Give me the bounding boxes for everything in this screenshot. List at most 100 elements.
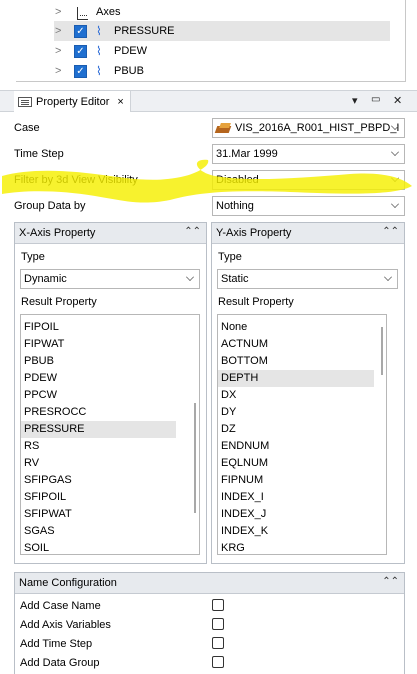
- scrollbar-thumb[interactable]: [381, 327, 383, 375]
- collapse-icon[interactable]: ⌃⌃: [382, 227, 399, 237]
- chevron-down-icon: [391, 174, 399, 182]
- list-item[interactable]: SFIPOIL: [21, 489, 176, 506]
- name-config-title: Name Configuration: [19, 577, 117, 589]
- chevron-right-icon[interactable]: >: [55, 45, 65, 57]
- add-time-step-label: Add Time Step: [20, 638, 93, 650]
- tree-item-axes[interactable]: > Axes: [0, 2, 395, 22]
- property-editor-icon: [18, 96, 32, 107]
- x-axis-panel: X-Axis Property ⌃⌃ Type Dynamic Result P…: [14, 222, 207, 564]
- x-result-label: Result Property: [21, 296, 97, 308]
- chevron-right-icon[interactable]: >: [55, 65, 65, 77]
- y-type-label: Type: [218, 251, 242, 263]
- add-data-group-label: Add Data Group: [20, 657, 100, 669]
- list-item[interactable]: SFIPWAT: [21, 506, 176, 523]
- tree-item-label: PRESSURE: [114, 25, 175, 37]
- tree-item-pressure[interactable]: [54, 21, 390, 41]
- y-result-label: Result Property: [218, 296, 294, 308]
- chevron-right-icon[interactable]: >: [55, 6, 65, 18]
- list-item[interactable]: ACTNUM: [218, 336, 374, 353]
- list-item[interactable]: DZ: [218, 421, 374, 438]
- list-item[interactable]: PBUB: [21, 353, 176, 370]
- list-item[interactable]: PRESROCC: [21, 404, 176, 421]
- add-axis-variables-checkbox[interactable]: [212, 618, 224, 630]
- list-item[interactable]: BOTTOM: [218, 353, 374, 370]
- add-time-step-checkbox[interactable]: [212, 637, 224, 649]
- time-step-select[interactable]: 31.Mar 1999: [212, 144, 405, 164]
- tree-bottom-border: [16, 81, 406, 82]
- list-item[interactable]: FIPOIL: [21, 319, 176, 336]
- x-result-list[interactable]: FIPOIL FIPWAT PBUB PDEW PPCW PRESROCC PRESSURE…: [20, 314, 200, 555]
- chevron-down-icon: [391, 200, 399, 208]
- tree-item-label[interactable]: PBUB: [114, 65, 144, 77]
- curve-icon: ⌇: [96, 24, 102, 38]
- close-icon[interactable]: ✕: [393, 94, 402, 107]
- collapse-icon[interactable]: ⌃⌃: [184, 227, 201, 237]
- list-item[interactable]: RS: [21, 438, 176, 455]
- tree-right-border: [405, 0, 406, 82]
- list-item[interactable]: PRESSURE: [21, 421, 176, 438]
- tab-property-editor[interactable]: Property Editor ×: [14, 91, 131, 112]
- y-type-select[interactable]: Static: [217, 269, 398, 289]
- tree-item-label: Axes: [96, 6, 121, 18]
- chevron-right-icon[interactable]: >: [55, 25, 65, 37]
- checkbox-checked-icon[interactable]: ✓: [74, 25, 87, 38]
- filter-label: Filter by 3d View Visibility: [14, 174, 138, 186]
- list-item[interactable]: SFIPGAS: [21, 472, 176, 489]
- list-item[interactable]: DX: [218, 387, 374, 404]
- filter-value: Disabled: [216, 174, 259, 186]
- add-data-group-checkbox[interactable]: [212, 656, 224, 668]
- chevron-down-icon: [384, 273, 392, 281]
- list-item[interactable]: INDEX_K: [218, 523, 374, 540]
- checkbox-checked-icon[interactable]: ✓: [74, 65, 87, 78]
- chevron-down-icon: [391, 148, 399, 156]
- case-value: VIS_2016A_R001_HIST_PBPD_I: [235, 122, 400, 134]
- y-axis-header[interactable]: Y-Axis Property ⌃⌃: [212, 223, 404, 244]
- x-type-value: Dynamic: [24, 273, 67, 285]
- group-value: Nothing: [216, 200, 254, 212]
- group-label: Group Data by: [14, 200, 86, 212]
- case-icon: [216, 123, 232, 133]
- list-item[interactable]: INDEX_J: [218, 506, 374, 523]
- time-step-label: Time Step: [14, 148, 64, 160]
- list-item[interactable]: DEPTH: [218, 370, 374, 387]
- add-axis-variables-label: Add Axis Variables: [20, 619, 111, 631]
- list-item[interactable]: SGAS: [21, 523, 176, 540]
- chevron-down-icon: [186, 273, 194, 281]
- project-tree: > Axes > ✓ ⌇ PRESSURE > ✓ ⌇ PDEW > ✓ ⌇ P…: [0, 0, 417, 82]
- list-item[interactable]: PPCW: [21, 387, 176, 404]
- x-type-label: Type: [21, 251, 45, 263]
- checkbox-checked-icon[interactable]: ✓: [74, 45, 87, 58]
- tree-item-label[interactable]: PDEW: [114, 45, 147, 57]
- list-item[interactable]: KRG: [218, 540, 374, 554]
- x-type-select[interactable]: Dynamic: [20, 269, 200, 289]
- property-editor-titlebar: Property Editor × ▾ ▭ ✕: [0, 90, 417, 112]
- group-select[interactable]: Nothing: [212, 196, 405, 216]
- filter-select[interactable]: Disabled: [212, 170, 405, 190]
- x-axis-header[interactable]: X-Axis Property ⌃⌃: [15, 223, 206, 244]
- menu-dropdown-icon[interactable]: ▾: [352, 94, 358, 107]
- float-window-icon[interactable]: ▭: [371, 94, 380, 105]
- collapse-icon[interactable]: ⌃⌃: [382, 577, 399, 587]
- curve-icon: ⌇: [96, 44, 102, 58]
- name-config-header[interactable]: Name Configuration ⌃⌃: [15, 573, 404, 594]
- list-item[interactable]: DY: [218, 404, 374, 421]
- add-case-name-checkbox[interactable]: [212, 599, 224, 611]
- close-tab-icon[interactable]: ×: [117, 96, 123, 108]
- y-result-list[interactable]: None ACTNUM BOTTOM DEPTH DX DY DZ ENDNUM EQLNUM F…: [217, 314, 387, 555]
- list-item[interactable]: SOIL: [21, 540, 176, 554]
- list-item[interactable]: FIPWAT: [21, 336, 176, 353]
- list-item[interactable]: FIPNUM: [218, 472, 374, 489]
- list-item[interactable]: INDEX_I: [218, 489, 374, 506]
- scrollbar-thumb[interactable]: [194, 403, 196, 513]
- add-case-name-label: Add Case Name: [20, 600, 101, 612]
- list-item[interactable]: PDEW: [21, 370, 176, 387]
- case-label: Case: [14, 122, 40, 134]
- tab-label: Property Editor: [36, 95, 110, 108]
- list-item[interactable]: RV: [21, 455, 176, 472]
- x-axis-title: X-Axis Property: [19, 227, 96, 239]
- list-item[interactable]: EQLNUM: [218, 455, 374, 472]
- axes-icon: [77, 7, 88, 20]
- case-select[interactable]: VIS_2016A_R001_HIST_PBPD_I: [212, 118, 405, 138]
- list-item[interactable]: ENDNUM: [218, 438, 374, 455]
- list-item[interactable]: None: [218, 319, 374, 336]
